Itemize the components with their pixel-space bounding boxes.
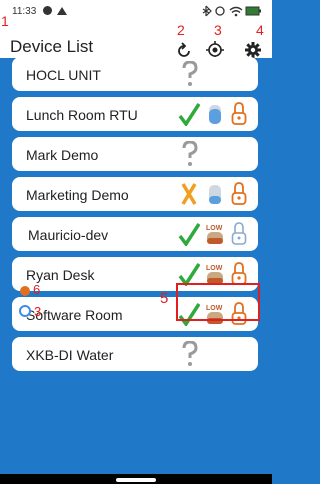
low-label: LOW xyxy=(206,225,223,232)
question-icon xyxy=(182,141,198,166)
unlock-icon xyxy=(231,222,247,245)
annotation-1: 1 xyxy=(1,13,9,29)
device-name: Lunch Room RTU xyxy=(26,107,138,123)
device-row[interactable]: Mark Demo xyxy=(12,137,258,171)
tank-icon xyxy=(209,185,221,204)
device-name: HOCL UNIT xyxy=(26,67,101,83)
annotation-5: 5 xyxy=(160,290,169,307)
device-row[interactable]: Mauricio-dev LOW xyxy=(12,217,258,251)
question-icon xyxy=(182,341,198,366)
annotation-3-secondary: 3 xyxy=(34,304,42,319)
status-time: 11:33 xyxy=(12,6,37,17)
home-indicator[interactable] xyxy=(116,478,156,482)
tank-icon xyxy=(209,105,221,124)
low-label: LOW xyxy=(206,265,223,272)
device-name: Marketing Demo xyxy=(26,187,129,203)
notification-icon xyxy=(43,6,52,15)
annotation-6: 6 xyxy=(33,282,41,297)
device-name: XKB-DI Water xyxy=(26,347,114,363)
lock-icon xyxy=(231,102,247,125)
annotation-4: 4 xyxy=(256,22,264,38)
status-bar: 11:33 xyxy=(0,0,272,22)
device-row[interactable]: Lunch Room RTU xyxy=(12,97,258,131)
device-name: Ryan Desk xyxy=(26,267,95,283)
annotation-2: 2 xyxy=(177,22,185,38)
question-icon xyxy=(182,61,198,86)
app-header: Device List xyxy=(0,22,272,59)
gear-icon xyxy=(245,42,261,58)
device-row[interactable]: HOCL UNIT xyxy=(12,57,258,91)
check-icon xyxy=(178,223,200,246)
device-name: Mark Demo xyxy=(26,147,99,163)
orange-status-dot xyxy=(20,286,30,296)
device-row[interactable]: Marketing Demo xyxy=(12,177,258,211)
refresh-icon xyxy=(178,42,190,57)
highlight-box xyxy=(176,283,260,321)
annotation-3: 3 xyxy=(214,22,222,38)
lock-icon xyxy=(231,182,247,205)
alert-icon xyxy=(57,7,67,15)
device-name: Mauricio-dev xyxy=(28,227,109,243)
system-status-icons xyxy=(202,5,261,17)
check-icon xyxy=(178,103,200,126)
blue-status-dot xyxy=(19,305,31,317)
x-icon xyxy=(181,183,197,205)
status-icons xyxy=(202,4,264,21)
page-title: Device List xyxy=(10,37,94,56)
device-row[interactable]: XKB-DI Water xyxy=(12,337,258,371)
